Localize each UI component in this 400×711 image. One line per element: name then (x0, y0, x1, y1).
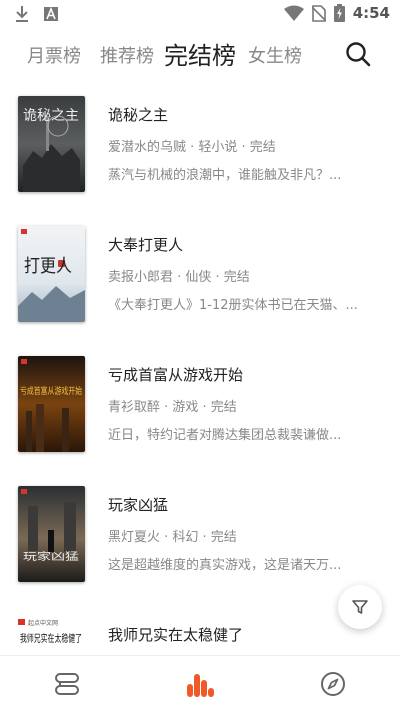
download-icon (16, 6, 28, 22)
search-icon[interactable] (344, 40, 372, 68)
cover-title: 玩家凶猛 (23, 550, 79, 563)
tab-recommend[interactable]: 推荐榜 (100, 42, 154, 68)
book-meta: 爱潜水的乌贼 · 轻小说 · 完结 (108, 140, 276, 155)
book-meta: 青衫取醉 · 游戏 · 完结 (108, 400, 237, 415)
status-bar: 4:54 (0, 0, 400, 28)
ranking-tabs: 月票榜 推荐榜 完结榜 女生榜 (0, 34, 400, 74)
book-description: 近日，特约记者对腾达集团总裁裴谦做... (108, 428, 342, 443)
book-cover[interactable]: 亏成首富从游戏开始 (18, 356, 85, 452)
book-item[interactable]: 诡秘之主 诡秘之主 爱潜水的乌贼 · 轻小说 · 完结 蒸汽与机械的浪潮中，谁能… (0, 90, 400, 202)
book-item[interactable]: 玩家凶猛 玩家凶猛 黑灯夏火 · 科幻 · 完结 这是超越维度的真实游戏，这是诸… (0, 480, 400, 592)
cover-brand: 起点中文网 (28, 619, 58, 627)
book-cover[interactable]: 打更人 (18, 226, 85, 322)
bookshelf-icon[interactable] (53, 670, 81, 698)
status-time: 4:54 (352, 4, 390, 22)
book-title: 大奉打更人 (108, 236, 184, 254)
book-title: 亏成首富从游戏开始 (108, 366, 244, 384)
filter-button[interactable] (338, 585, 382, 629)
book-description: 蒸汽与机械的浪潮中，谁能触及非凡？... (108, 168, 342, 183)
cover-title: 打更人 (24, 256, 72, 277)
book-title: 诡秘之主 (108, 106, 169, 124)
no-sim-icon (311, 4, 326, 22)
cover-title: 亏成首富从游戏开始 (20, 385, 82, 397)
battery-charging-icon (333, 4, 345, 22)
cover-title: 我师兄实在太稳健了 (20, 632, 82, 645)
book-cover[interactable]: 起点中文网 我师兄实在太稳健了 (18, 616, 85, 645)
tab-completed[interactable]: 完结榜 (164, 36, 236, 71)
book-description: 这是超越维度的真实游戏，这是诸天万... (108, 558, 342, 573)
cover-title: 诡秘之主 (23, 108, 79, 124)
tab-monthly-ticket[interactable]: 月票榜 (27, 42, 81, 68)
book-item[interactable]: 打更人 大奉打更人 卖报小郎君 · 仙侠 · 完结 《大奉打更人》1-12册实体… (0, 220, 400, 332)
book-meta: 卖报小郎君 · 仙侠 · 完结 (108, 270, 250, 285)
compass-icon[interactable] (319, 670, 347, 698)
font-a-icon (44, 7, 58, 21)
book-item[interactable]: 亏成首富从游戏开始 亏成首富从游戏开始 青衫取醉 · 游戏 · 完结 近日，特约… (0, 350, 400, 462)
book-cover[interactable]: 诡秘之主 (18, 96, 85, 192)
book-cover[interactable]: 玩家凶猛 (18, 486, 85, 582)
tab-female[interactable]: 女生榜 (248, 42, 302, 68)
book-title: 我师兄实在太稳健了 (108, 626, 244, 644)
book-meta: 黑灯夏火 · 科幻 · 完结 (108, 530, 237, 545)
bottom-nav (0, 655, 400, 711)
book-list[interactable]: 诡秘之主 诡秘之主 爱潜水的乌贼 · 轻小说 · 完结 蒸汽与机械的浪潮中，谁能… (0, 90, 400, 645)
book-title: 玩家凶猛 (108, 496, 169, 514)
ranking-icon[interactable] (186, 670, 214, 698)
book-description: 《大奉打更人》1-12册实体书已在天猫、... (108, 298, 358, 313)
filter-icon (352, 600, 368, 614)
wifi-icon (283, 5, 304, 21)
